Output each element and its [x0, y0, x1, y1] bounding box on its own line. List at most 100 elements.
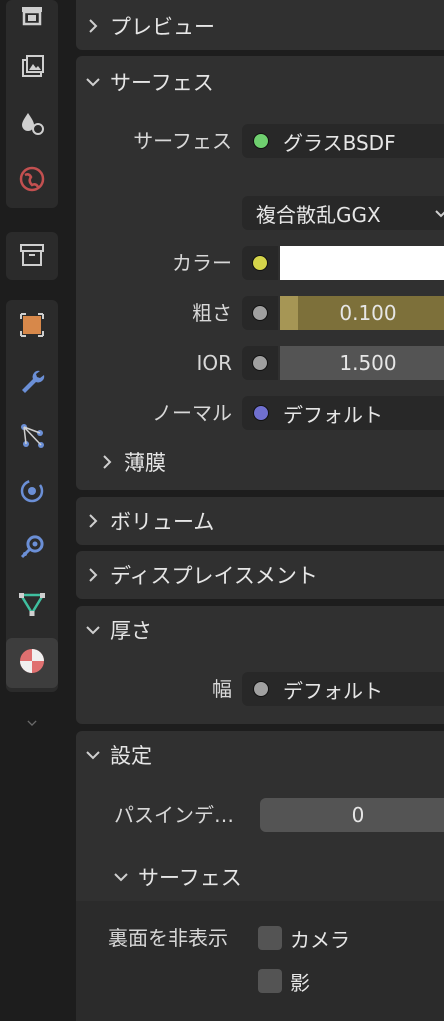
- modifier-tab[interactable]: [6, 358, 58, 408]
- thin-film-subpanel-header[interactable]: 薄膜: [90, 438, 444, 486]
- chevron-right-icon: [76, 566, 110, 584]
- pass-index-row: パスインデ… 0: [76, 795, 444, 835]
- render-tab[interactable]: [6, 0, 58, 42]
- surface-label: サーフェス: [133, 129, 232, 153]
- color-socket-button[interactable]: [242, 246, 278, 280]
- width-label: 幅: [212, 677, 232, 701]
- panel-title: プレビュー: [110, 15, 215, 39]
- material-properties-editor: プレビュー サーフェス サーフェス グラスBSDF 複合散乱GGX カラー 粗さ…: [62, 0, 444, 1021]
- mesh-data-icon: [16, 587, 48, 623]
- world-icon: [16, 163, 48, 199]
- roughness-row: 粗さ 0.100: [76, 293, 444, 333]
- normal-row: ノーマル デフォルト: [76, 393, 444, 433]
- ior-row: IOR 1.500: [76, 343, 444, 383]
- displacement-panel: ディスプレイスメント: [76, 551, 444, 599]
- output-icon: [16, 51, 48, 87]
- chevron-down-icon: [104, 868, 138, 886]
- chevron-right-icon: [90, 453, 124, 471]
- ior-label: IOR: [196, 351, 232, 375]
- roughness-slider[interactable]: 0.100: [280, 296, 444, 330]
- panel-title: ボリューム: [110, 510, 215, 534]
- camera-checkbox-row[interactable]: カメラ: [258, 920, 350, 956]
- surface-shader-value: グラスBSDF: [283, 130, 396, 155]
- chevron-down-icon: [432, 204, 444, 222]
- roughness-value: 0.100: [339, 301, 397, 325]
- shadow-checkbox[interactable]: [258, 969, 282, 993]
- subpanel-title: 薄膜: [124, 451, 166, 475]
- thickness-panel: 厚さ 幅 デフォルト: [76, 606, 444, 724]
- shadow-label: 影: [290, 970, 310, 995]
- render-icon: [16, 0, 48, 35]
- displacement-panel-header[interactable]: ディスプレイスメント: [76, 551, 444, 599]
- roughness-socket-dot: [252, 305, 268, 321]
- world-tab[interactable]: [6, 156, 58, 206]
- preview-panel-header[interactable]: プレビュー: [76, 2, 444, 50]
- pass-index-field[interactable]: 0: [260, 798, 444, 832]
- ior-field[interactable]: 1.500: [280, 346, 444, 380]
- width-socket-dot[interactable]: [253, 681, 269, 697]
- camera-label: カメラ: [290, 927, 350, 952]
- normal-input-selector[interactable]: デフォルト: [242, 396, 444, 430]
- distribution-value: 複合散乱GGX: [256, 202, 381, 227]
- chevron-down-icon: [76, 73, 110, 91]
- material-tab[interactable]: [6, 638, 58, 688]
- surface-shader-row: サーフェス グラスBSDF: [76, 121, 444, 161]
- chevron-down-icon: [76, 621, 110, 639]
- width-value: デフォルト: [283, 678, 383, 703]
- roughness-fill: [280, 296, 298, 330]
- width-input-selector[interactable]: デフォルト: [242, 672, 444, 706]
- thickness-width-row: 幅 デフォルト: [76, 669, 444, 709]
- color-swatch[interactable]: [280, 246, 444, 280]
- color-socket-dot: [252, 255, 268, 271]
- surface-panel-header[interactable]: サーフェス: [76, 58, 444, 106]
- surface-shader-selector[interactable]: グラスBSDF: [242, 124, 444, 158]
- panel-title: ディスプレイスメント: [110, 564, 318, 588]
- view-layer-icon: [16, 107, 48, 143]
- ior-socket-dot: [252, 355, 268, 371]
- subpanel-title: サーフェス: [138, 866, 242, 890]
- settings-panel: 設定 パスインデ… 0 サーフェス 裏面を非表示 カメラ 影: [76, 731, 444, 1021]
- distribution-dropdown[interactable]: 複合散乱GGX: [242, 196, 444, 230]
- chevron-right-icon: [76, 17, 110, 35]
- view-layer-tab[interactable]: [6, 100, 58, 150]
- settings-panel-header[interactable]: 設定: [76, 731, 444, 779]
- normal-value: デフォルト: [283, 402, 383, 427]
- ior-value: 1.500: [339, 351, 397, 375]
- chevron-down-icon: [76, 746, 110, 764]
- distribution-row: 複合散乱GGX: [76, 193, 444, 233]
- preview-panel: プレビュー: [76, 0, 444, 50]
- panel-title: 設定: [110, 744, 152, 768]
- data-tab[interactable]: [6, 580, 58, 630]
- physics-icon: [16, 475, 48, 511]
- camera-checkbox[interactable]: [258, 926, 282, 950]
- physics-tab[interactable]: [6, 468, 58, 518]
- chevron-down-icon: [21, 712, 43, 738]
- particles-tab[interactable]: [6, 412, 58, 462]
- backface-shadow-row: 影: [76, 961, 444, 1001]
- material-icon: [16, 645, 48, 681]
- color-row: カラー: [76, 243, 444, 283]
- object-tab[interactable]: [6, 302, 58, 352]
- roughness-socket-button[interactable]: [242, 296, 278, 330]
- settings-surface-subpanel-header[interactable]: サーフェス: [104, 853, 444, 901]
- roughness-label: 粗さ: [192, 301, 232, 325]
- thickness-panel-header[interactable]: 厚さ: [76, 606, 444, 654]
- wrench-icon: [16, 365, 48, 401]
- volume-panel: ボリューム: [76, 497, 444, 545]
- normal-socket-dot[interactable]: [253, 405, 269, 421]
- pass-index-value: 0: [351, 803, 365, 827]
- object-icon: [16, 309, 48, 345]
- shadow-checkbox-row[interactable]: 影: [258, 963, 310, 999]
- normal-label: ノーマル: [152, 401, 232, 425]
- ior-socket-button[interactable]: [242, 346, 278, 380]
- collection-tab[interactable]: [6, 232, 58, 282]
- color-label: カラー: [172, 251, 232, 275]
- output-tab[interactable]: [6, 44, 58, 94]
- constraint-icon: [16, 531, 48, 567]
- pass-index-label: パスインデ…: [114, 803, 234, 827]
- more-tabs-button[interactable]: [6, 700, 58, 750]
- constraints-tab[interactable]: [6, 524, 58, 574]
- shader-socket-dot[interactable]: [253, 133, 269, 149]
- panel-title: サーフェス: [110, 71, 214, 95]
- volume-panel-header[interactable]: ボリューム: [76, 497, 444, 545]
